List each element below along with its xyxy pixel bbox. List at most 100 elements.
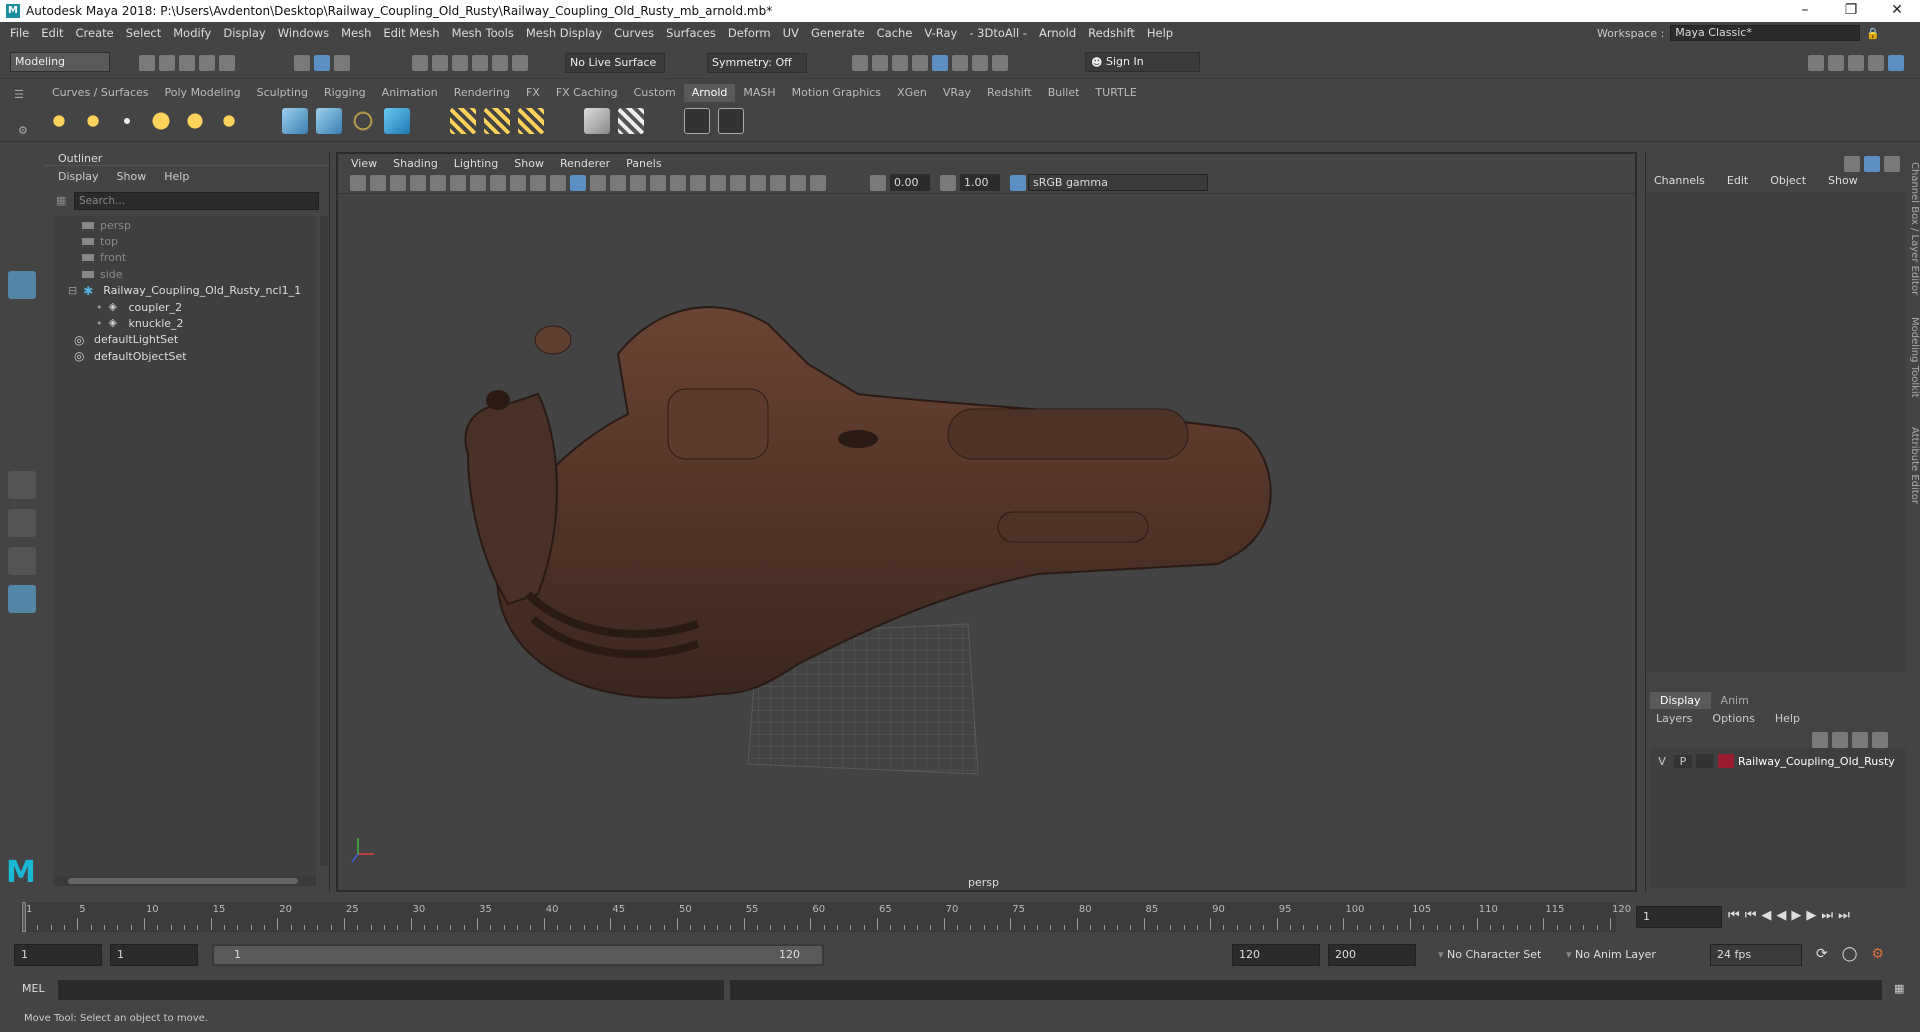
outliner-item-railway-coupling-old-rusty-ncl1-1[interactable]: ⊟ ✱ Railway_Coupling_Old_Rusty_ncl1_1 xyxy=(68,282,301,300)
live-surface-field[interactable]: No Live Surface xyxy=(565,53,665,73)
character-controls-icon[interactable] xyxy=(1828,55,1844,71)
channel-box-icon[interactable] xyxy=(1888,55,1904,71)
outliner-item-top[interactable]: top xyxy=(82,232,118,250)
shelf-tab-motion-graphics[interactable]: Motion Graphics xyxy=(784,84,889,102)
shelf-tab-rendering[interactable]: Rendering xyxy=(446,84,518,102)
ipr-icon[interactable] xyxy=(872,55,888,71)
motion-blur-icon[interactable] xyxy=(690,175,706,191)
auto-key-icon[interactable]: ◯ xyxy=(1842,946,1872,962)
range-slider[interactable]: 1 120 xyxy=(212,944,824,966)
render-view-icon[interactable] xyxy=(684,108,710,134)
move-layer-down-icon[interactable] xyxy=(1832,732,1848,748)
menu-item-v-ray[interactable]: V-Ray xyxy=(918,26,963,40)
outliner-item-front[interactable]: front xyxy=(82,249,126,267)
snap-grid-icon[interactable] xyxy=(412,55,428,71)
outliner-search-input[interactable]: Search... xyxy=(74,192,319,210)
menu-item-cache[interactable]: Cache xyxy=(871,26,919,40)
viewport-icons[interactable] xyxy=(348,175,828,194)
textured-icon[interactable] xyxy=(610,175,626,191)
modeling-toolkit-side-tab[interactable]: Modeling Toolkit xyxy=(1902,317,1920,407)
gate-mask-icon[interactable] xyxy=(490,175,506,191)
animation-end-field[interactable]: 200 xyxy=(1328,944,1416,966)
layer-name[interactable]: Railway_Coupling_Old_Rusty xyxy=(1738,755,1895,768)
file-icons[interactable] xyxy=(137,55,237,74)
current-frame-field[interactable]: 1 xyxy=(1636,906,1722,928)
light-portal-icon[interactable] xyxy=(182,108,208,134)
select-tool-icon[interactable] xyxy=(8,163,36,191)
pause-icon[interactable] xyxy=(992,55,1008,71)
layer-tab-anim[interactable]: Anim xyxy=(1711,692,1759,709)
time-slider[interactable]: 1 5 10 15 20 25 30 35 40 45 50 55 60 65 70 75 80 85 90 95 10… xyxy=(0,898,1920,934)
render-icons[interactable] xyxy=(850,55,1010,74)
redo-icon[interactable] xyxy=(219,55,235,71)
workspace-selector[interactable]: Workspace : Maya Classic* 🔒 xyxy=(1597,25,1880,41)
exposure-field[interactable]: 0.00 xyxy=(890,174,930,191)
shelf-tab-vray[interactable]: VRay xyxy=(935,84,979,102)
antialiasing-icon[interactable] xyxy=(710,175,726,191)
menu-item-surfaces[interactable]: Surfaces xyxy=(660,26,722,40)
shelf-tab-poly-modeling[interactable]: Poly Modeling xyxy=(157,84,249,102)
xray-icon[interactable] xyxy=(770,175,786,191)
viewport-menu-view[interactable]: View xyxy=(344,157,384,170)
panel-toggle-icons[interactable] xyxy=(1806,55,1906,74)
menu-item-mesh-tools[interactable]: Mesh Tools xyxy=(446,26,520,40)
shelf-tab-curves-surfaces[interactable]: Curves / Surfaces xyxy=(44,84,157,102)
render-settings-icon[interactable] xyxy=(892,55,908,71)
mel-label[interactable]: MEL xyxy=(22,982,45,995)
shelf-tab-mash[interactable]: MASH xyxy=(735,84,783,102)
area-light-icon[interactable] xyxy=(46,108,72,134)
shelf-tab-bullet[interactable]: Bullet xyxy=(1040,84,1088,102)
sign-in-button[interactable]: ☻ Sign In xyxy=(1085,52,1200,72)
smooth-shade-icon[interactable] xyxy=(570,175,586,191)
menu-item-file[interactable]: File xyxy=(4,26,35,40)
tool-settings-icon[interactable] xyxy=(1868,55,1884,71)
menu-item-modify[interactable]: Modify xyxy=(167,26,217,40)
viewport-menu-renderer[interactable]: Renderer xyxy=(553,157,617,170)
gamma-icon[interactable] xyxy=(938,175,958,194)
layer-color-swatch[interactable] xyxy=(1718,754,1734,768)
shelf-tab-redshift[interactable]: Redshift xyxy=(979,84,1040,102)
channel-menu-object[interactable]: Object xyxy=(1770,174,1806,190)
paint-select-icon[interactable] xyxy=(8,235,36,263)
move-tool-icon[interactable] xyxy=(8,271,36,299)
scale-tool-icon[interactable] xyxy=(8,343,36,371)
playback-end-field[interactable]: 120 xyxy=(1232,944,1320,966)
animation-start-field[interactable]: 1 xyxy=(14,944,102,966)
isolate-select-icon[interactable] xyxy=(750,175,766,191)
layer-menu-layers[interactable]: Layers xyxy=(1656,712,1692,725)
image-plane-icon[interactable] xyxy=(410,175,426,191)
menu-item-select[interactable]: Select xyxy=(120,26,167,40)
outliner-layout-icon[interactable] xyxy=(8,585,36,613)
flush-lights-icon[interactable] xyxy=(484,108,510,134)
outliner-item-persp[interactable]: persp xyxy=(82,216,131,234)
shelf-tab-animation[interactable]: Animation xyxy=(374,84,446,102)
collapse-icon[interactable]: ⊟ xyxy=(68,284,77,297)
outliner-scrollbar[interactable] xyxy=(320,216,328,866)
outliner-item-defaultlightset[interactable]: ◎ defaultLightSet xyxy=(74,331,178,349)
shelf-tab-sculpting[interactable]: Sculpting xyxy=(249,84,316,102)
outliner-hscrollbar[interactable] xyxy=(54,876,316,886)
layer-menu-help[interactable]: Help xyxy=(1775,712,1800,725)
step-forward-key-icon[interactable]: ▶ xyxy=(1806,908,1821,923)
layer-type-toggle[interactable] xyxy=(1696,754,1714,768)
attribute-editor-icon[interactable] xyxy=(1848,55,1864,71)
channel-menu-show[interactable]: Show xyxy=(1828,174,1858,190)
menu-item-edit-mesh[interactable]: Edit Mesh xyxy=(377,26,445,40)
mode-dropdown[interactable]: Modeling xyxy=(10,52,110,72)
ambient-occlusion-icon[interactable] xyxy=(670,175,686,191)
menu-item-deform[interactable]: Deform xyxy=(722,26,777,40)
channel-box-icons[interactable] xyxy=(1842,156,1902,175)
grid-icon[interactable] xyxy=(430,175,446,191)
go-to-end-icon[interactable]: ⏭ xyxy=(1838,908,1855,923)
step-back-icon[interactable]: ⏮ xyxy=(1745,908,1762,923)
mesh-light-icon[interactable] xyxy=(80,108,106,134)
new-layer-selected-icon[interactable] xyxy=(1872,732,1888,748)
layer-menu-options[interactable]: Options xyxy=(1712,712,1754,725)
viewport-menu-show[interactable]: Show xyxy=(507,157,551,170)
menu-item-mesh[interactable]: Mesh xyxy=(335,26,377,40)
viewport-menu-panels[interactable]: Panels xyxy=(619,157,668,170)
preferences-icon[interactable]: ⚙ xyxy=(1871,946,1898,962)
wireframe-icon[interactable] xyxy=(550,175,566,191)
arnold-render-icon[interactable] xyxy=(932,55,948,71)
go-to-start-icon[interactable]: ⏮ xyxy=(1728,908,1745,923)
